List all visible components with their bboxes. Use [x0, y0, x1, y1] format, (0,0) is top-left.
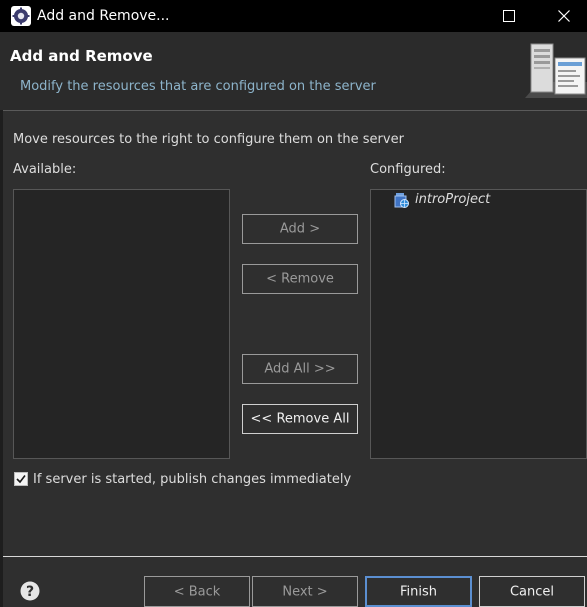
title-bar: Add and Remove...: [0, 0, 587, 32]
available-list[interactable]: [13, 189, 230, 459]
remove-button[interactable]: < Remove: [242, 264, 358, 294]
wizard-header: Add and Remove Modify the resources that…: [0, 32, 587, 110]
page-description: Modify the resources that are configured…: [20, 79, 376, 94]
add-remove-dialog: Add and Remove... Add and Remove Modify …: [0, 0, 587, 607]
configured-item-label: introProject: [415, 192, 491, 207]
back-button[interactable]: < Back: [144, 576, 250, 607]
add-button[interactable]: Add >: [242, 214, 358, 244]
configured-list[interactable]: [370, 189, 587, 459]
finish-button[interactable]: Finish: [365, 576, 472, 607]
remove-all-button[interactable]: << Remove All: [242, 404, 358, 434]
next-button[interactable]: Next >: [252, 576, 358, 607]
eclipse-app-icon: [11, 6, 31, 26]
window-left-edge: [0, 110, 3, 607]
page-title: Add and Remove: [10, 47, 153, 65]
web-project-icon: [394, 193, 409, 208]
available-label: Available:: [13, 162, 77, 177]
help-icon[interactable]: ?: [20, 581, 40, 601]
maximize-button[interactable]: [486, 0, 532, 32]
checkmark-icon: [16, 475, 26, 484]
close-button[interactable]: [541, 0, 587, 32]
publish-immediately-checkbox[interactable]: [14, 472, 28, 486]
svg-text:?: ?: [26, 584, 34, 600]
server-banner-icon: [525, 43, 587, 98]
cancel-button[interactable]: Cancel: [479, 576, 585, 607]
close-icon: [558, 10, 570, 22]
add-all-button[interactable]: Add All >>: [242, 354, 358, 384]
header-separator: [3, 110, 587, 111]
window-title: Add and Remove...: [37, 8, 170, 24]
maximize-icon: [503, 10, 515, 22]
configured-label: Configured:: [370, 162, 446, 177]
publish-immediately-label[interactable]: If server is started, publish changes im…: [33, 471, 351, 489]
instruction-text: Move resources to the right to configure…: [13, 132, 404, 147]
